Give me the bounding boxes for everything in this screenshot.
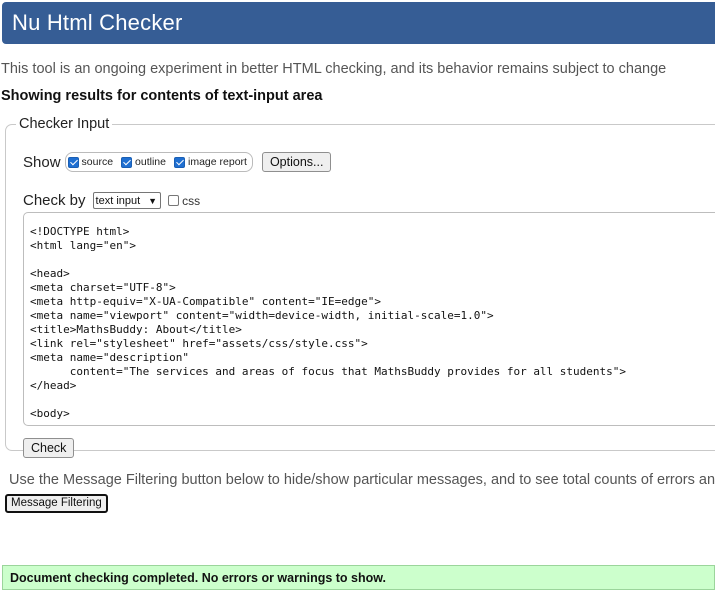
checker-input-legend: Checker Input (19, 116, 110, 132)
show-options-group: source outline image report (64, 152, 253, 172)
chevron-down-icon: ▼ (148, 195, 158, 206)
app-header: Nu Html Checker (2, 2, 715, 44)
filter-instructions: Use the Message Filtering button below t… (9, 472, 715, 488)
css-label: css (182, 193, 201, 208)
source-label: source (81, 156, 114, 168)
show-outline-option[interactable]: outline (121, 156, 166, 168)
image-report-label: image report (188, 156, 247, 168)
check-by-selected-value: text input (95, 194, 141, 207)
check-button[interactable]: Check (23, 438, 75, 458)
check-by-row: Check by text input ▼ css (23, 192, 200, 209)
source-textarea-content: <!DOCTYPE html> <html lang="en"> <head> … (30, 225, 627, 420)
outline-label: outline (135, 156, 166, 168)
show-label: Show (23, 153, 61, 171)
image-report-checkbox[interactable] (174, 156, 185, 168)
show-options-row: Show source outline image report Options… (23, 152, 332, 172)
status-message: Document checking completed. No errors o… (10, 570, 386, 585)
show-image-report-option[interactable]: image report (174, 156, 247, 168)
options-button[interactable]: Options... (261, 152, 332, 172)
source-checkbox[interactable] (67, 156, 79, 168)
results-heading: Showing results for contents of text-inp… (1, 88, 323, 104)
intro-text: This tool is an ongoing experiment in be… (1, 61, 667, 77)
source-textarea[interactable]: <!DOCTYPE html> <html lang="en"> <head> … (23, 212, 715, 426)
page-title: Nu Html Checker (12, 10, 183, 35)
check-by-label: Check by (23, 192, 86, 209)
css-checkbox[interactable] (168, 195, 180, 206)
css-option[interactable]: css (168, 194, 200, 208)
status-message-bar: Document checking completed. No errors o… (2, 565, 715, 590)
check-by-select[interactable]: text input ▼ (92, 192, 162, 209)
message-filtering-button[interactable]: Message Filtering (5, 494, 108, 513)
outline-checkbox[interactable] (121, 156, 133, 168)
show-source-option[interactable]: source (67, 156, 114, 168)
checker-input-panel: Checker Input Show source outline image … (5, 116, 715, 458)
